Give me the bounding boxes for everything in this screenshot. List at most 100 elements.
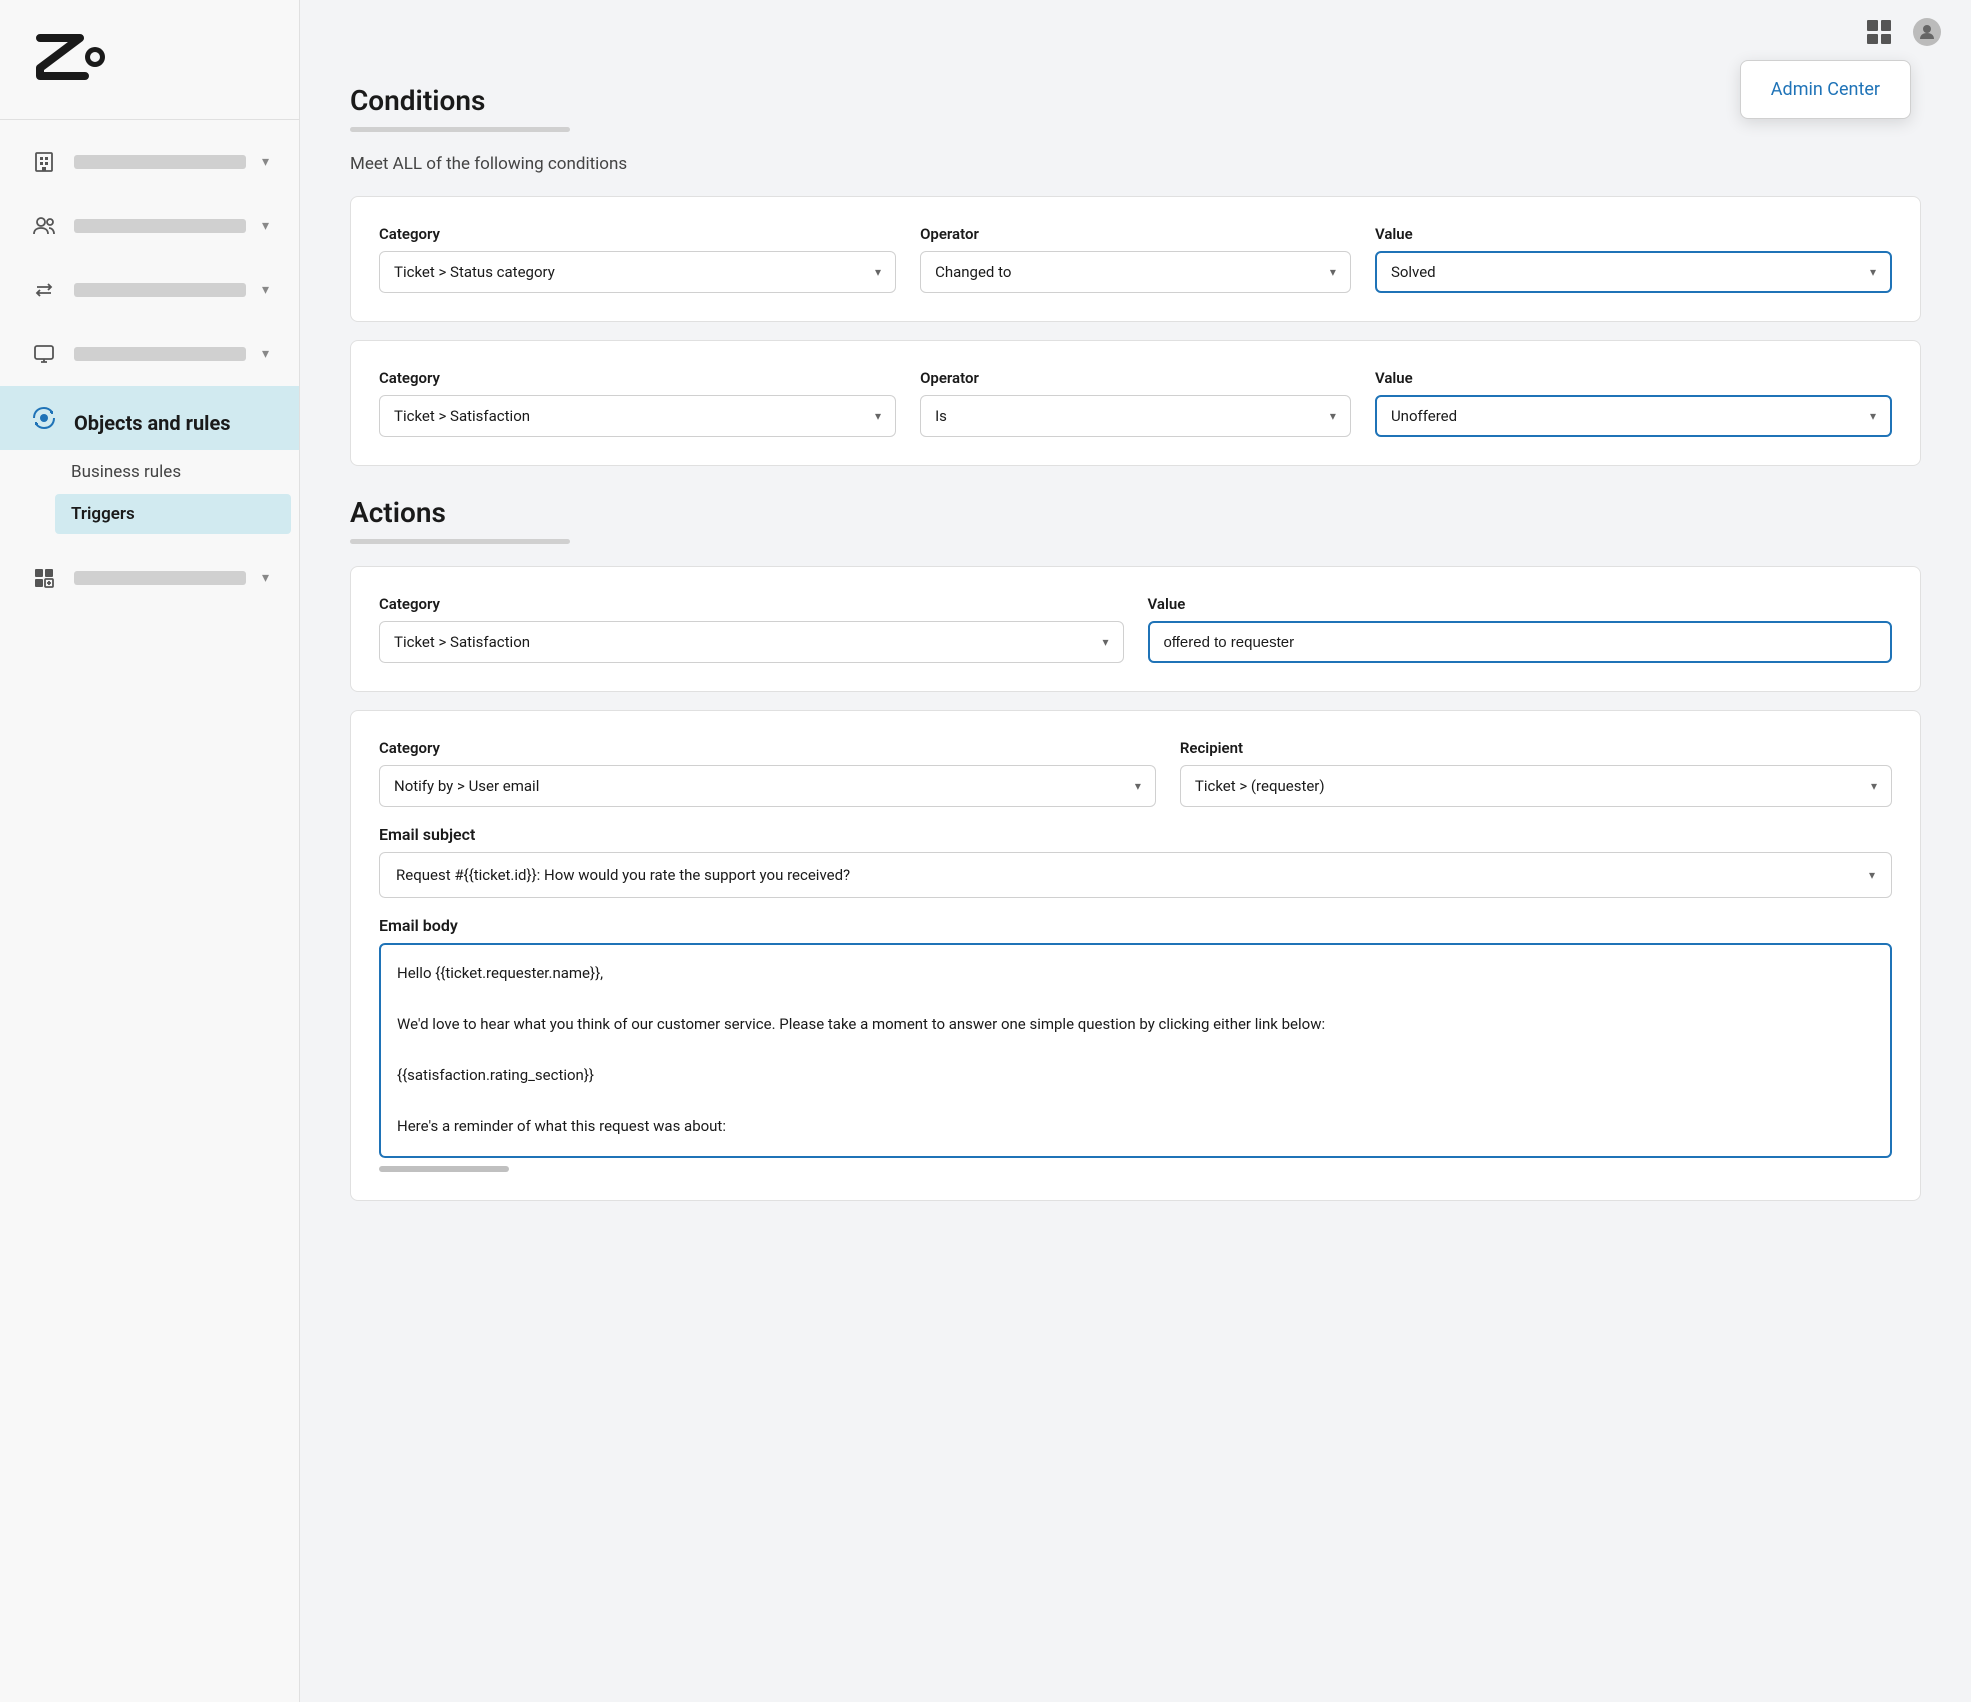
condition-2-category-field: Category Ticket > Satisfaction ▾	[379, 369, 896, 437]
condition-1-category-label: Category	[379, 225, 896, 243]
action-2-category-field: Category Notify by > User email ▾	[379, 739, 1156, 807]
chevron-down-icon-a2cat: ▾	[1135, 779, 1141, 793]
action-1-category-value: Ticket > Satisfaction	[394, 633, 530, 651]
condition-2-value-field: Value Unoffered ▾	[1375, 369, 1892, 437]
action-1-category-select[interactable]: Ticket > Satisfaction ▾	[379, 621, 1124, 663]
chevron-down-icon-2: ▾	[262, 218, 269, 234]
chevron-down-icon-3: ▾	[262, 282, 269, 298]
sidebar-sub-item-business-rules[interactable]: Business rules	[55, 452, 291, 492]
condition-1-operator-select[interactable]: Changed to ▾	[920, 251, 1351, 293]
conditions-subtitle: Meet ALL of the following conditions	[350, 154, 1921, 174]
action-2-recipient-label: Recipient	[1180, 739, 1892, 757]
arrows-icon	[30, 276, 58, 304]
conditions-title: Conditions	[350, 84, 1921, 117]
conditions-divider	[350, 127, 570, 132]
condition-2-operator-label: Operator	[920, 369, 1351, 387]
condition-2-operator-select[interactable]: Is ▾	[920, 395, 1351, 437]
action-2-category-select[interactable]: Notify by > User email ▾	[379, 765, 1156, 807]
email-subject-field[interactable]: Request #{{ticket.id}}: How would you ra…	[379, 852, 1892, 898]
condition-1-category-value: Ticket > Status category	[394, 263, 555, 281]
action-2-card: Category Notify by > User email ▾ Recipi…	[350, 710, 1921, 1201]
apps-icon	[30, 564, 58, 592]
action-1-value-field: Value offered to requester	[1148, 595, 1893, 663]
condition-2-value-select[interactable]: Unoffered ▾	[1375, 395, 1892, 437]
condition-1-value-select[interactable]: Solved ▾	[1375, 251, 1892, 293]
chevron-down-icon-c1cat: ▾	[875, 265, 881, 279]
chevron-down-icon-a1cat: ▾	[1102, 635, 1108, 649]
email-body-line-3: {{satisfaction.rating_section}}	[397, 1063, 1874, 1089]
action-2-recipient-value: Ticket > (requester)	[1195, 777, 1325, 795]
action-1-value-input[interactable]: offered to requester	[1148, 621, 1893, 663]
condition-1-operator-label: Operator	[920, 225, 1351, 243]
action-1-value-label: Value	[1148, 595, 1893, 613]
sidebar-logo	[0, 0, 299, 120]
condition-1-card: Category Ticket > Status category ▾ Oper…	[350, 196, 1921, 322]
condition-2-value-label: Value	[1375, 369, 1892, 387]
sidebar: ▾ ▾ ▾	[0, 0, 300, 1702]
condition-1-value-value: Solved	[1391, 263, 1436, 281]
monitor-icon	[30, 340, 58, 368]
chevron-down-icon-email-subj: ▾	[1869, 868, 1875, 882]
buildings-icon	[30, 148, 58, 176]
email-section: Email subject Request #{{ticket.id}}: Ho…	[379, 825, 1892, 1172]
action-2-row: Category Notify by > User email ▾ Recipi…	[379, 739, 1892, 807]
email-body-field[interactable]: Hello {{ticket.requester.name}}, We'd lo…	[379, 943, 1892, 1158]
action-1-category-label: Category	[379, 595, 1124, 613]
sidebar-item-apps-label	[74, 571, 246, 585]
condition-2-card: Category Ticket > Satisfaction ▾ Operato…	[350, 340, 1921, 466]
condition-2-category-select[interactable]: Ticket > Satisfaction ▾	[379, 395, 896, 437]
action-1-row: Category Ticket > Satisfaction ▾ Value o…	[379, 595, 1892, 663]
email-body-label: Email body	[379, 916, 1892, 935]
actions-title: Actions	[350, 496, 1921, 529]
condition-1-category-select[interactable]: Ticket > Status category ▾	[379, 251, 896, 293]
action-2-recipient-select[interactable]: Ticket > (requester) ▾	[1180, 765, 1892, 807]
condition-1-operator-value: Changed to	[935, 263, 1011, 281]
email-body-scrollbar[interactable]	[379, 1166, 509, 1172]
action-1-category-field: Category Ticket > Satisfaction ▾	[379, 595, 1124, 663]
action-2-recipient-field: Recipient Ticket > (requester) ▾	[1180, 739, 1892, 807]
sidebar-sub-item-triggers[interactable]: Triggers	[55, 494, 291, 534]
email-subject-label: Email subject	[379, 825, 1892, 844]
chevron-down-icon-c2op: ▾	[1330, 409, 1336, 423]
chevron-down-icon-5: ▾	[262, 570, 269, 586]
chevron-down-icon-c2val: ▾	[1870, 409, 1876, 423]
condition-2-category-label: Category	[379, 369, 896, 387]
condition-1-operator-field: Operator Changed to ▾	[920, 225, 1351, 293]
condition-1-category-field: Category Ticket > Status category ▾	[379, 225, 896, 293]
grid-icon[interactable]	[1861, 14, 1897, 50]
grid-apps-icon	[1867, 20, 1891, 44]
page-content: Conditions Meet ALL of the following con…	[300, 64, 1971, 1259]
sidebar-item-monitor[interactable]: ▾	[0, 322, 299, 386]
actions-section: Actions Category Ticket > Satisfaction ▾…	[350, 496, 1921, 1201]
action-2-category-value: Notify by > User email	[394, 777, 539, 795]
chevron-down-icon-a2rec: ▾	[1871, 779, 1877, 793]
people-icon	[30, 212, 58, 240]
condition-2-value-value: Unoffered	[1391, 407, 1457, 425]
admin-center-link[interactable]: Admin Center	[1771, 79, 1880, 100]
objects-icon	[30, 404, 58, 432]
condition-1-value-field: Value Solved ▾	[1375, 225, 1892, 293]
sidebar-item-people-label	[74, 219, 246, 233]
chevron-down-icon-c1val: ▾	[1870, 265, 1876, 279]
sidebar-item-people[interactable]: ▾	[0, 194, 299, 258]
condition-2-operator-value: Is	[935, 407, 947, 425]
sidebar-item-arrows[interactable]: ▾	[0, 258, 299, 322]
topbar: Admin Center	[300, 0, 1971, 64]
sidebar-item-buildings[interactable]: ▾	[0, 130, 299, 194]
action-1-card: Category Ticket > Satisfaction ▾ Value o…	[350, 566, 1921, 692]
chevron-down-icon: ▾	[262, 154, 269, 170]
condition-2-category-value: Ticket > Satisfaction	[394, 407, 530, 425]
user-avatar-icon[interactable]	[1913, 18, 1941, 46]
main-content: Admin Center Conditions Meet ALL of the …	[300, 0, 1971, 1702]
chevron-down-icon-4: ▾	[262, 346, 269, 362]
sidebar-item-objects[interactable]: Objects and rules	[0, 386, 299, 450]
sidebar-item-arrows-label	[74, 283, 246, 297]
condition-1-row: Category Ticket > Status category ▾ Oper…	[379, 225, 1892, 293]
condition-2-row: Category Ticket > Satisfaction ▾ Operato…	[379, 369, 1892, 437]
email-subject-value: Request #{{ticket.id}}: How would you ra…	[396, 866, 850, 884]
sidebar-item-objects-label: Objects and rules	[74, 411, 269, 425]
sidebar-item-apps[interactable]: ▾	[0, 546, 299, 610]
sidebar-item-buildings-label	[74, 155, 246, 169]
condition-2-operator-field: Operator Is ▾	[920, 369, 1351, 437]
sidebar-item-monitor-label	[74, 347, 246, 361]
